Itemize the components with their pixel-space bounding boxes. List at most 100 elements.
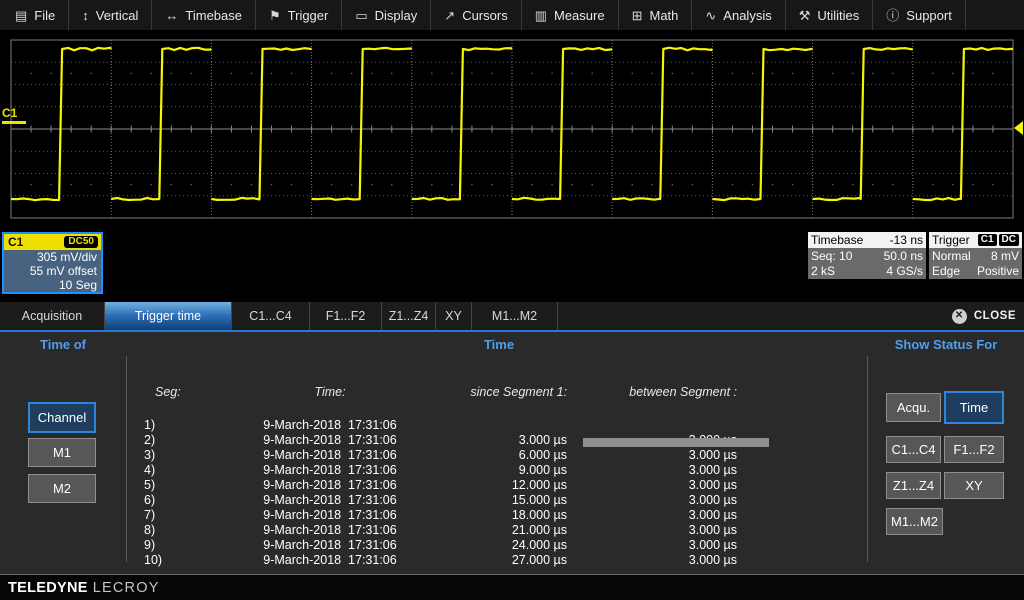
time-section-title: Time [399,337,599,352]
menu-item-label: Measure [554,8,605,23]
table-cell-seg: 1) [144,418,162,433]
table-header-between: between Segment : [570,385,737,399]
timebase-icon: ↔ [165,9,178,22]
table-cell-since: 6.000 µs [400,448,567,463]
show-status-button-m1-m2[interactable]: M1...M2 [886,508,943,535]
table-header-seg: Seg: [155,385,181,399]
tab-f1-f2[interactable]: F1...F2 [310,302,382,330]
table-cell-between: 3.000 µs [570,508,737,523]
time-of-button-m1[interactable]: M1 [28,438,96,467]
table-cell-between: 3.000 µs [570,553,737,568]
menu-item-math[interactable]: ⊞Math [619,0,693,30]
menu-item-label: Cursors [462,8,508,23]
cursors-icon: ↗ [444,9,455,22]
tab-m1-m2[interactable]: M1...M2 [472,302,558,330]
trigger-row-1: Normal 8 mV [929,248,1022,263]
timebase-row-1: Seq: 10 50.0 ns [808,248,926,263]
c1-segments: 10 Seg [4,278,101,292]
tab-z1-z4[interactable]: Z1...Z4 [382,302,436,330]
menu-item-label: File [34,8,55,23]
divider-left [126,356,127,562]
menu-item-vertical[interactable]: ↕Vertical [69,0,152,30]
divider-right [867,356,868,562]
menu-item-label: Support [906,8,952,23]
menu-item-label: Utilities [817,8,859,23]
close-button[interactable]: ✕ CLOSE [952,302,1016,330]
tab-acquisition[interactable]: Acquisition [0,302,105,330]
tab-c1-c4[interactable]: C1...C4 [232,302,310,330]
table-cell-since [400,418,567,433]
menu-item-timebase[interactable]: ↔Timebase [152,0,256,30]
table-column-seg: 1)2)3)4)5)6)7)8)9)10) [144,418,162,568]
trigger-source-badge: C1 [978,234,997,246]
show-status-button-z1-z4[interactable]: Z1...Z4 [886,472,941,499]
trigger-type: Edge [932,264,960,278]
utilities-icon: ⚒ [799,9,811,22]
time-of-button-m2[interactable]: M2 [28,474,96,503]
timebase-descriptor[interactable]: Timebase -13 ns Seq: 10 50.0 ns 2 kS 4 G… [808,232,926,279]
timebase-row-2: 2 kS 4 GS/s [808,263,926,278]
trigger-title: Trigger [932,233,970,247]
menu-item-display[interactable]: ▭Display [342,0,431,30]
trigger-icon: ⚑ [269,9,281,22]
channel-indicator-label: C1 [2,106,17,120]
c1-offset: 55 mV offset [4,264,101,278]
table-cell-between: 3.000 µs [570,463,737,478]
table-cell-between: 3.000 µs [570,478,737,493]
table-cell-seg: 3) [144,448,162,463]
timebase-rate: 4 GS/s [886,264,923,278]
table-cell-since: 12.000 µs [400,478,567,493]
timebase-samples: 2 kS [811,264,835,278]
time-of-button-channel[interactable]: Channel [28,402,96,433]
show-status-button-acqu[interactable]: Acqu. [886,393,941,422]
menu-bar: ▤File↕Vertical↔Timebase⚑Trigger▭Display↗… [0,0,1024,30]
menu-item-measure[interactable]: ▥ Measure [522,0,619,30]
measure-icon: ▥ [535,9,547,22]
brand-logo: TELEDYNE [8,580,88,596]
channel-offset-indicator[interactable] [2,121,26,124]
table-cell-seg: 5) [144,478,162,493]
menu-item-trigger[interactable]: ⚑ Trigger [256,0,342,30]
table-cell-seg: 4) [144,463,162,478]
show-status-section-title: Show Status For [868,337,1024,352]
highlight-bar [583,438,769,447]
time-of-section-title: Time of [0,337,126,352]
support-icon: ⓘ [886,9,899,22]
timebase-per-div: 50.0 ns [884,249,923,263]
menu-item-analysis[interactable]: ∿Analysis [692,0,785,30]
table-cell-seg: 6) [144,493,162,508]
show-status-button-c1-c4[interactable]: C1...C4 [886,436,941,463]
tab-trigger-time[interactable]: Trigger time [105,302,232,330]
table-column-since: 3.000 µs6.000 µs9.000 µs12.000 µs15.000 … [400,418,567,568]
table-cell-between: 3.000 µs [570,523,737,538]
table-cell-between: 3.000 µs [570,493,737,508]
table-cell-between [570,418,737,433]
menu-item-cursors[interactable]: ↗ Cursors [431,0,521,30]
menu-item-file[interactable]: ▤File [2,0,69,30]
menu-item-utilities[interactable]: ⚒ Utilities [786,0,874,30]
show-status-button-f1-f2[interactable]: F1...F2 [944,436,1004,463]
table-cell-since: 9.000 µs [400,463,567,478]
trigger-coupling-badge: DC [999,234,1019,246]
vertical-icon: ↕ [82,9,89,22]
timebase-title: Timebase [811,233,863,247]
analysis-icon: ∿ [705,9,716,22]
trigger-row-2: Edge Positive [929,263,1022,278]
c1-label: C1 [8,235,23,249]
waveform-display: C1 [0,30,1024,228]
channel-c1-descriptor[interactable]: C1 DC50 305 mV/div 55 mV offset 10 Seg [2,232,103,294]
trigger-time-panel: Time of Time Show Status For Channel M1 M2… [0,332,1024,574]
math-icon: ⊞ [632,9,643,22]
table-cell-between: 3.000 µs [570,538,737,553]
table-cell-seg: 2) [144,433,162,448]
show-status-button-time[interactable]: Time [944,391,1004,424]
trigger-level-marker[interactable] [1014,121,1023,135]
trigger-level: 8 mV [991,249,1019,263]
menu-item-support[interactable]: ⓘ Support [873,0,966,30]
tab-xy[interactable]: XY [436,302,472,330]
show-status-button-xy[interactable]: XY [944,472,1004,499]
menu-item-label: Trigger [288,8,329,23]
close-label: CLOSE [974,310,1016,322]
trigger-header: Trigger C1 DC [929,232,1022,248]
trigger-descriptor[interactable]: Trigger C1 DC Normal 8 mV Edge Positive [929,232,1022,279]
